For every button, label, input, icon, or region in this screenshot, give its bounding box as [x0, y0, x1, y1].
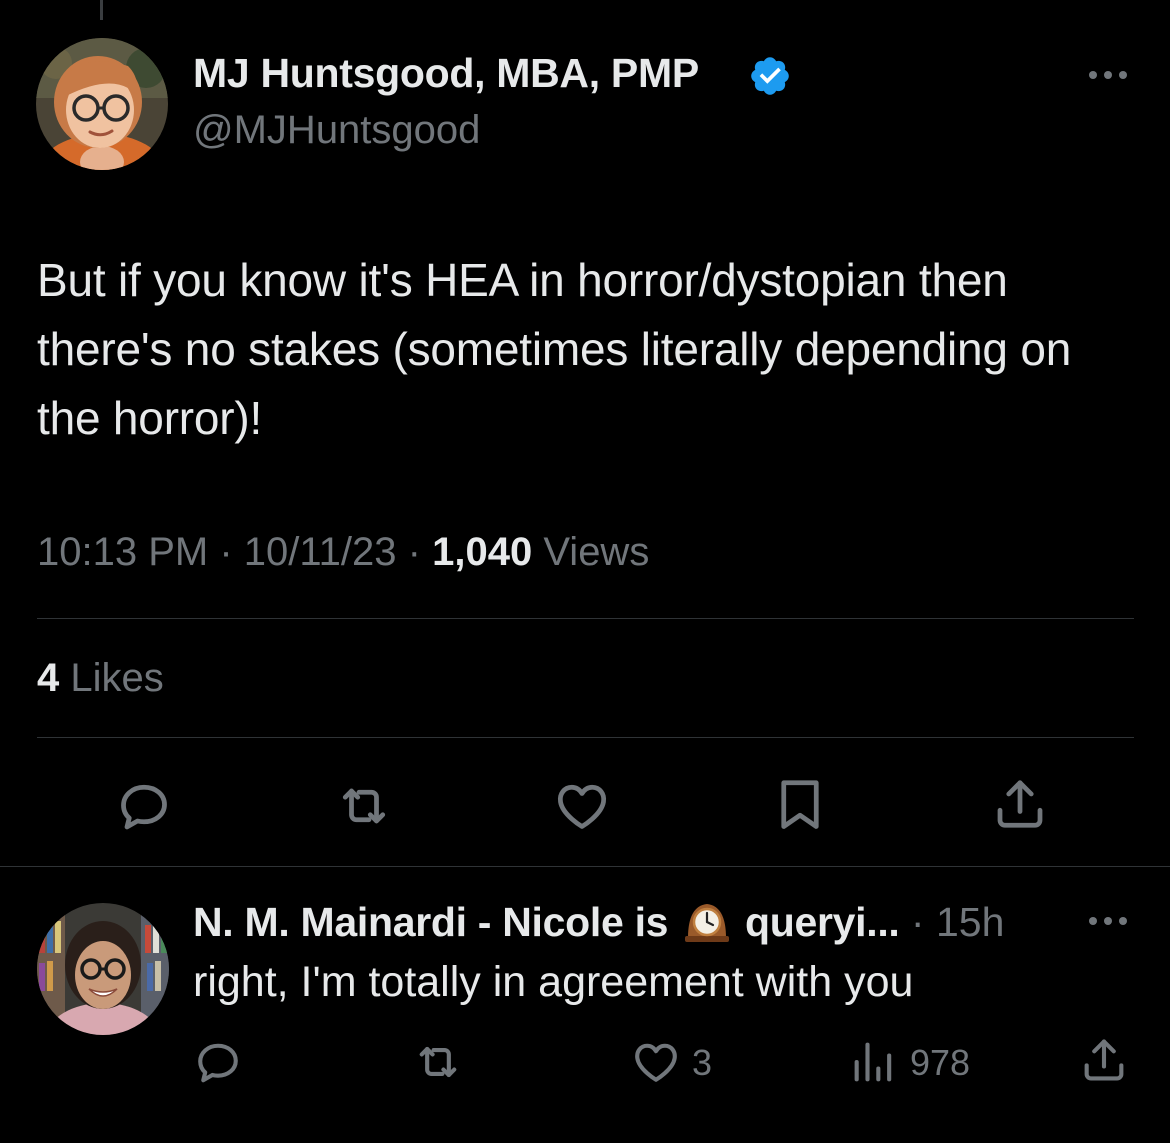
- reply-separator: ·: [910, 899, 925, 945]
- reply-author-name-continued[interactable]: queryi...: [745, 899, 900, 945]
- reply-retweet-icon[interactable]: [412, 1036, 464, 1088]
- likes-count: 4: [37, 656, 60, 700]
- likes-summary[interactable]: 4 Likes: [37, 656, 164, 701]
- reply-timestamp[interactable]: 15h: [936, 899, 1004, 945]
- views-count: 1,040: [432, 530, 533, 574]
- reply-share-icon[interactable]: [1078, 1034, 1130, 1086]
- reply-views-icon[interactable]: [848, 1036, 900, 1088]
- reply-more-options-icon[interactable]: [1086, 914, 1130, 928]
- reply-reply-icon[interactable]: [192, 1036, 244, 1088]
- reply-body-text: right, I'm totally in agreement with you: [193, 958, 914, 1006]
- meta-separator: ·: [407, 530, 421, 574]
- like-icon[interactable]: [552, 776, 612, 836]
- author-avatar[interactable]: [36, 38, 168, 170]
- reply-author-avatar[interactable]: [37, 903, 169, 1035]
- verified-badge-icon[interactable]: [748, 54, 792, 98]
- author-display-name[interactable]: MJ Huntsgood, MBA, PMP: [193, 50, 699, 97]
- divider: [37, 618, 1134, 619]
- views-label: Views: [543, 530, 650, 574]
- author-avatar-image: [36, 38, 168, 170]
- bookmark-icon[interactable]: [770, 774, 830, 834]
- tweet-body-text: But if you know it's HEA in horror/dysto…: [37, 254, 1072, 444]
- tweet-metadata: 10:13 PM · 10/11/23 · 1,040 Views: [37, 530, 649, 575]
- reply-author-name[interactable]: N. M. Mainardi - Nicole is: [193, 899, 668, 945]
- reply-view-count: 978: [910, 1042, 971, 1083]
- reply-like-count: 3: [692, 1042, 713, 1083]
- share-icon[interactable]: [990, 774, 1050, 834]
- reply-like-icon[interactable]: [630, 1036, 682, 1088]
- reply-header: N. M. Mainardi - Nicole is queryi... · 1…: [193, 898, 1004, 946]
- author-handle[interactable]: @MJHuntsgood: [193, 108, 480, 153]
- likes-label: Likes: [70, 656, 164, 700]
- more-options-icon[interactable]: [1086, 68, 1130, 82]
- tweet-time[interactable]: 10:13 PM: [37, 530, 208, 574]
- thread-connector-line: [100, 0, 103, 20]
- retweet-icon[interactable]: [334, 776, 394, 836]
- tweet-date[interactable]: 10/11/23: [244, 530, 397, 574]
- divider: [37, 737, 1134, 738]
- meta-separator: ·: [219, 530, 233, 574]
- reply-icon[interactable]: [114, 776, 174, 836]
- divider: [0, 866, 1170, 867]
- mantelpiece-clock-icon: [684, 904, 729, 942]
- reply-author-avatar-image: [37, 903, 169, 1035]
